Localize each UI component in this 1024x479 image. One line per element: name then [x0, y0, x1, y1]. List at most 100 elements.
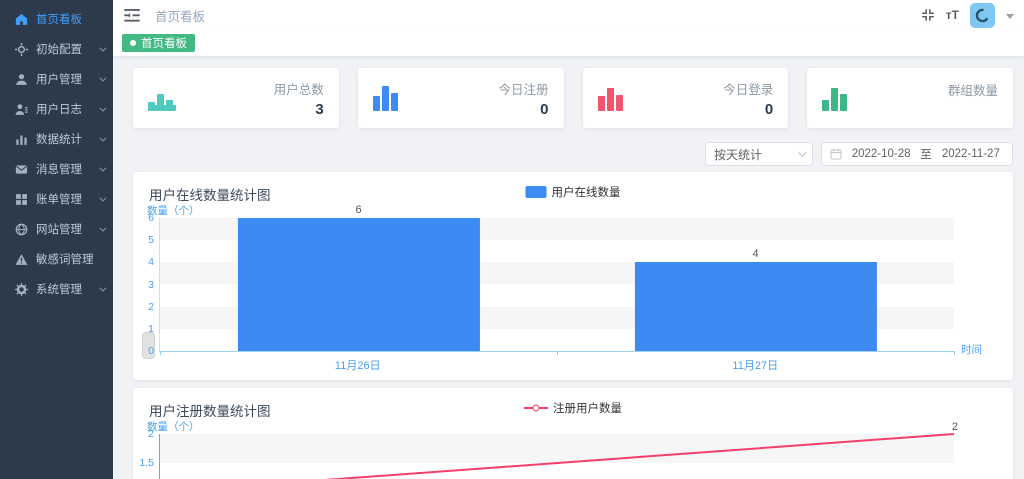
stat-value: 0: [498, 101, 548, 118]
y-axis-tick: 0: [148, 345, 154, 357]
sidebar-item-billing-management[interactable]: 账单管理: [0, 184, 113, 214]
date-range-picker[interactable]: 2022-10-28 至 2022-11-27: [821, 142, 1013, 166]
hamburger-icon: [124, 9, 140, 22]
content: 用户总数 3 今日注册 0 今日登录 0: [113, 57, 1024, 479]
bar-chart-icon: [598, 85, 628, 111]
breadcrumb: 首页看板: [155, 6, 205, 25]
chart-title: 用户在线数量统计图: [149, 188, 271, 203]
online-users-chart-card: 用户在线数量统计图 用户在线数量 数量（个） 时间 6 5 4 3 2 1 0 6 4 11月2…: [133, 172, 1013, 380]
message-icon: [15, 163, 28, 176]
chart-title: 用户注册数量统计图: [149, 404, 271, 419]
warning-icon: [15, 253, 28, 266]
stat-value: 3: [274, 101, 324, 118]
y-axis-tick: 2: [148, 428, 154, 440]
sidebar: 首页看板 初始配置 用户管理 用户日志 数据统计 消息管理: [0, 0, 113, 479]
main-area: 首页看板 тT 首页看板: [113, 0, 1024, 479]
gear-icon: [15, 283, 28, 296]
breadcrumb-item: 首页看板: [155, 10, 205, 24]
sidebar-item-label: 系统管理: [36, 281, 82, 297]
y-axis-name: 数量（个）: [147, 203, 997, 217]
stat-label: 用户总数: [274, 79, 324, 98]
line-chart-plot: 2 21.5: [159, 434, 954, 479]
fullscreen-icon: [921, 8, 935, 22]
legend-label: 注册用户数量: [553, 400, 622, 416]
stat-mode-value: 按天统计: [714, 146, 762, 163]
user-menu-caret-icon[interactable]: [1006, 14, 1014, 19]
font-size-button[interactable]: тT: [946, 8, 959, 22]
date-end-input[interactable]: 2022-11-27: [938, 148, 1004, 160]
stat-card-today-logins: 今日登录 0: [583, 68, 789, 128]
sidebar-item-user-management[interactable]: 用户管理: [0, 64, 113, 94]
bar-chart-icon: [822, 85, 852, 111]
tag-label: 首页看板: [141, 35, 187, 51]
registered-users-chart-card: 用户注册数量统计图 注册用户数量 数量（个） 2 21.5: [133, 388, 1013, 479]
x-axis-tick: 11月27日: [732, 357, 778, 373]
chevron-down-icon: [99, 44, 106, 51]
stat-value: [948, 102, 998, 117]
sidebar-item-label: 初始配置: [36, 41, 82, 57]
calendar-icon: [830, 148, 842, 160]
chevron-down-icon: [798, 148, 806, 156]
chevron-down-icon: [99, 74, 106, 81]
stat-label: 今日登录: [723, 79, 773, 98]
y-axis-tick: 4: [148, 256, 154, 268]
legend-online-users[interactable]: 用户在线数量: [526, 184, 621, 200]
bar-value-label: 6: [355, 204, 361, 216]
y-axis-tick: 3: [148, 279, 154, 291]
fullscreen-button[interactable]: [921, 8, 935, 22]
y-axis-tick: 2: [148, 301, 154, 313]
sidebar-item-user-logs[interactable]: 用户日志: [0, 94, 113, 124]
billing-icon: [15, 193, 28, 206]
tags-view-bar: 首页看板: [113, 30, 1024, 57]
chevron-down-icon: [99, 194, 106, 201]
date-separator: 至: [920, 146, 932, 162]
sidebar-item-label: 网站管理: [36, 221, 82, 237]
stat-mode-select[interactable]: 按天统计: [705, 142, 813, 166]
bar-chart-icon: [148, 85, 178, 111]
bar-value-label: 4: [752, 248, 758, 260]
avatar[interactable]: [970, 3, 995, 28]
line-end-value-label: 2: [952, 421, 958, 433]
bar-chart-plot: 时间 654321064: [159, 218, 954, 352]
date-start-input[interactable]: 2022-10-28: [848, 148, 914, 160]
stat-value: 0: [723, 101, 773, 118]
stat-card-today-registered: 今日注册 0: [358, 68, 564, 128]
user-log-icon: [15, 103, 28, 116]
legend-label: 用户在线数量: [552, 184, 621, 200]
home-icon: [15, 13, 28, 26]
dashboard-app: 首页看板 初始配置 用户管理 用户日志 数据统计 消息管理: [0, 0, 1024, 479]
sidebar-item-message-management[interactable]: 消息管理: [0, 154, 113, 184]
stat-cards-row: 用户总数 3 今日注册 0 今日登录 0: [133, 68, 1013, 128]
legend-registered-users[interactable]: 注册用户数量: [524, 400, 622, 416]
sidebar-item-sensitive-words[interactable]: 敏感词管理: [0, 244, 113, 274]
y-axis-tick: 1.5: [139, 457, 154, 469]
stat-label: 今日注册: [498, 79, 548, 98]
y-axis-name: 数量（个）: [147, 419, 997, 433]
legend-marker: [524, 402, 548, 414]
bar-chart-icon: [373, 85, 403, 111]
chevron-down-icon: [99, 224, 106, 231]
sidebar-collapse-button[interactable]: [122, 7, 142, 24]
sidebar-item-data-statistics[interactable]: 数据统计: [0, 124, 113, 154]
bar-11月27日: 4: [634, 262, 876, 351]
sidebar-item-label: 账单管理: [36, 191, 82, 207]
sidebar-item-system-management[interactable]: 系统管理: [0, 274, 113, 304]
sidebar-item-initial-config[interactable]: 初始配置: [0, 34, 113, 64]
sidebar-item-label: 数据统计: [36, 131, 82, 147]
avatar-logo-icon: [973, 6, 992, 25]
config-icon: [15, 43, 28, 56]
website-icon: [15, 223, 28, 236]
tag-home-dashboard[interactable]: 首页看板: [122, 34, 195, 52]
sidebar-item-home-dashboard[interactable]: 首页看板: [0, 4, 113, 34]
y-axis-tick: 1: [148, 323, 154, 335]
bar-11月26日: 6: [237, 218, 479, 351]
sidebar-item-label: 敏感词管理: [36, 251, 94, 267]
user-icon: [15, 73, 28, 86]
registered-users-line: [160, 434, 954, 479]
sidebar-item-website-management[interactable]: 网站管理: [0, 214, 113, 244]
sidebar-item-label: 用户日志: [36, 101, 82, 117]
chevron-down-icon: [99, 134, 106, 141]
y-axis-tick: 5: [148, 234, 154, 246]
x-axis-name: 时间: [961, 342, 982, 357]
x-axis-tick: 11月26日: [335, 357, 381, 373]
